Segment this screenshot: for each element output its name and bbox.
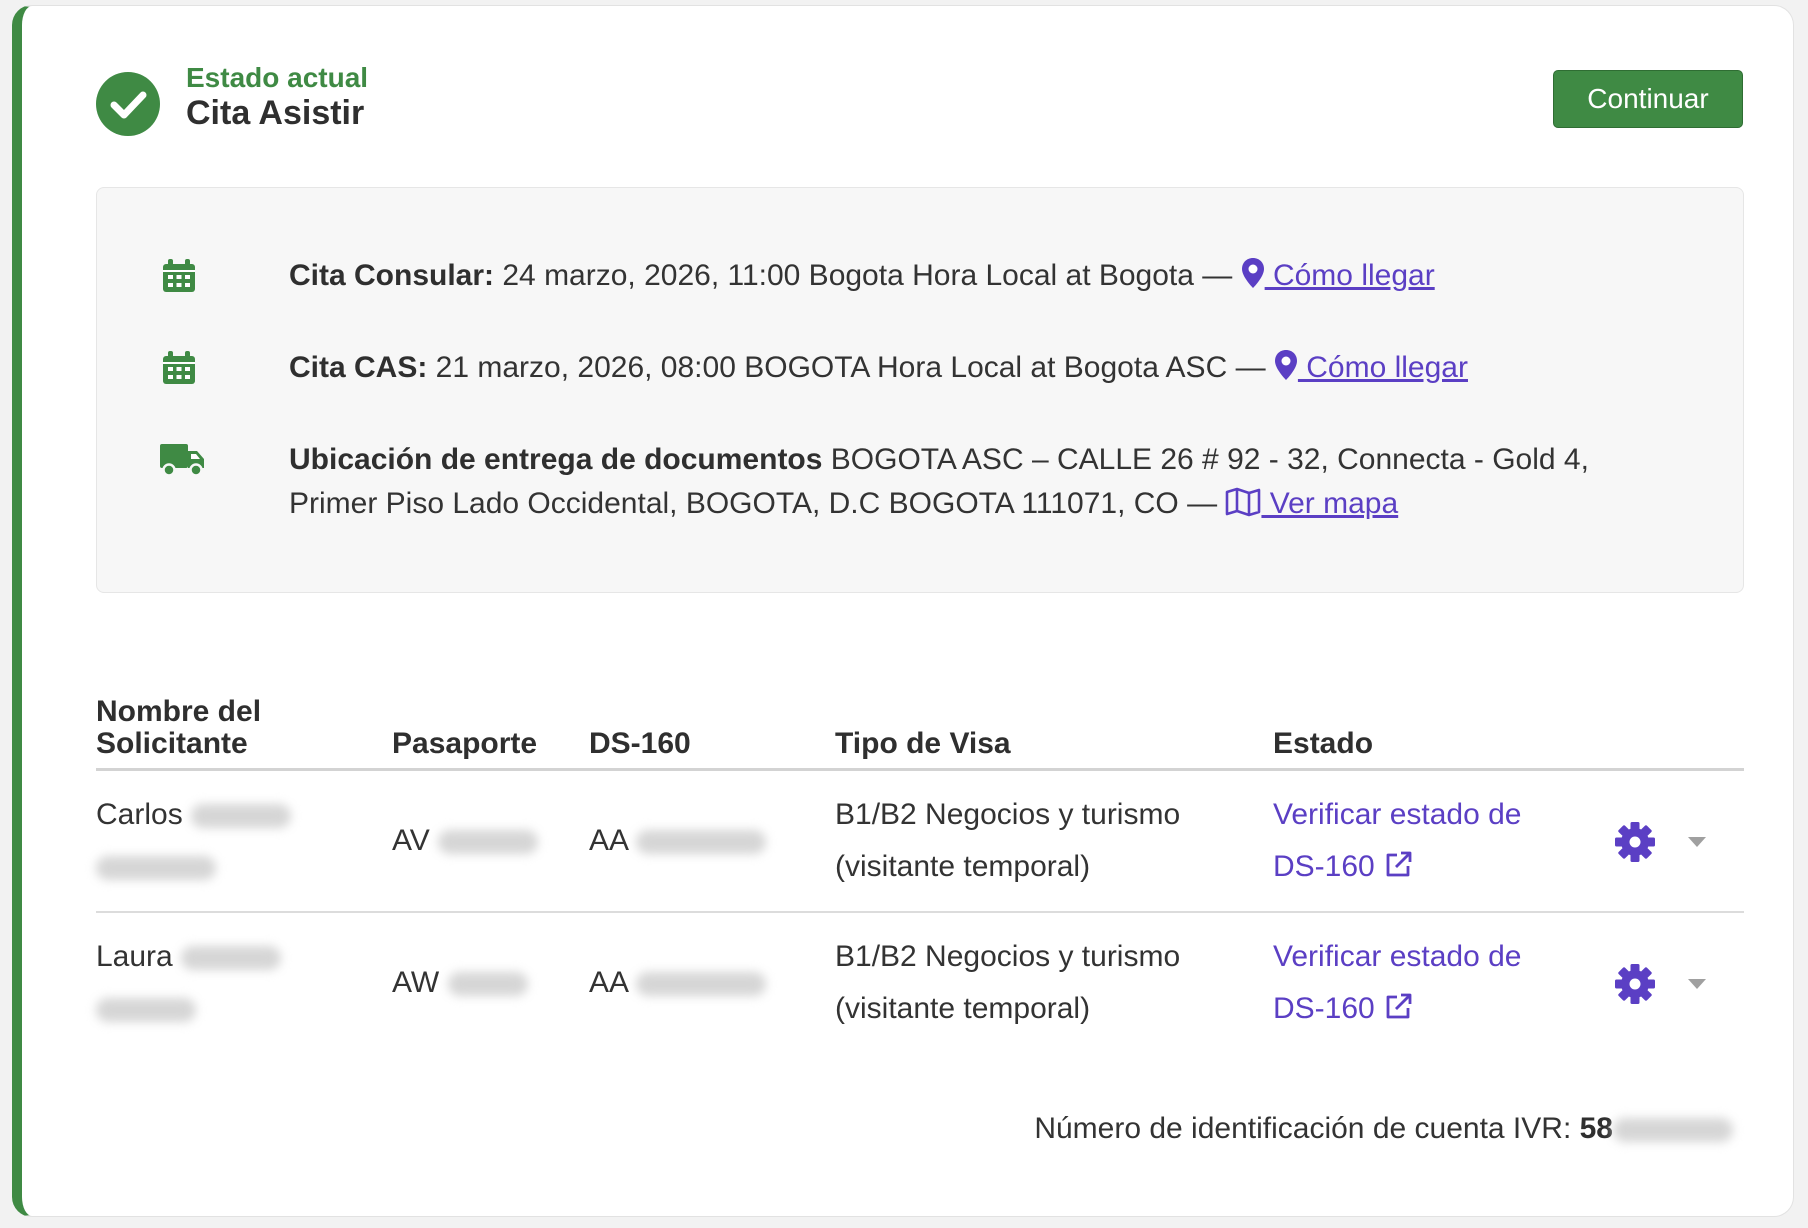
gear-icon[interactable] (1613, 820, 1657, 864)
redacted-text (635, 972, 766, 997)
redacted-text (191, 804, 292, 829)
visa-type-cell: B1/B2 Negocios y turismo (visitante tempo… (835, 769, 1273, 913)
header-passport: Pasaporte (392, 696, 589, 771)
redacted-text (447, 972, 528, 997)
ivr-account-number: Número de identificación de cuenta IVR: … (1034, 1112, 1733, 1146)
passport-cell: AW (392, 912, 589, 1053)
delivery-address-line1: BOGOTA ASC – CALLE 26 # 92 - 32, Connect… (822, 443, 1589, 476)
appointment-info-box: Cita Consular: 24 marzo, 2026, 11:00 Bog… (96, 187, 1744, 593)
external-link-icon (1386, 851, 1412, 877)
calendar-icon (163, 259, 195, 292)
delivery-address-line2: Primer Piso Lado Occidental, BOGOTA, D.C… (289, 487, 1226, 520)
verify-ds160-link[interactable]: Verificar estado de DS-160 (1273, 798, 1521, 883)
map-pin-icon (1241, 258, 1264, 288)
caret-down-icon[interactable] (1687, 978, 1707, 990)
visa-type-cell: B1/B2 Negocios y turismo (visitante tempo… (835, 940, 1181, 1025)
applicant-name-cell: Laura (96, 912, 392, 1053)
applicants-table: Nombre del Solicitante Pasaporte DS-160 T… (96, 696, 1744, 1053)
header-applicant-name: Nombre del Solicitante (96, 696, 392, 771)
passport-cell: AV (392, 769, 589, 913)
delivery-label: Ubicación de entrega de documentos (289, 443, 823, 476)
redacted-text (438, 830, 539, 855)
table-row: Carlos AV AA B1/B2 Negocios y turismo (vi… (96, 769, 1744, 913)
view-map-link[interactable]: Ver mapa (1225, 487, 1398, 520)
cas-details: 21 marzo, 2026, 08:00 BOGOTA Hora Local … (427, 351, 1274, 384)
status-value: Cita Asistir (186, 94, 365, 132)
table-header-row: Nombre del Solicitante Pasaporte DS-160 T… (96, 696, 1744, 771)
calendar-icon (163, 351, 195, 384)
cas-label: Cita CAS: (289, 351, 428, 384)
redacted-text (181, 946, 282, 971)
cas-directions-link[interactable]: Cómo llegar (1274, 350, 1468, 384)
redacted-text (635, 830, 766, 855)
status-cell: Verificar estado de DS-160 (1273, 912, 1613, 1053)
actions-cell (1613, 912, 1744, 1053)
redacted-text (96, 998, 196, 1023)
header-visa-type: Tipo de Visa (835, 696, 1273, 771)
actions-cell (1613, 769, 1744, 913)
status-card: Estado actual Cita Asistir Continuar Cit… (12, 5, 1794, 1217)
map-icon (1226, 487, 1261, 517)
redacted-text (1613, 1118, 1733, 1143)
continue-button[interactable]: Continuar (1553, 70, 1743, 128)
gear-icon[interactable] (1613, 962, 1657, 1006)
redacted-text (96, 856, 216, 881)
map-pin-icon (1274, 350, 1297, 380)
ivr-value: 58 (1579, 1112, 1613, 1145)
ds160-cell: AA (589, 912, 835, 1053)
header-actions (1613, 696, 1744, 771)
status-label: Estado actual (186, 62, 369, 93)
status-cell: Verificar estado de DS-160 (1273, 769, 1613, 913)
consular-details: 24 marzo, 2026, 11:00 Bogota Hora Local … (494, 259, 1241, 292)
header-status: Estado (1273, 696, 1613, 771)
consular-directions-link[interactable]: Cómo llegar (1241, 258, 1435, 292)
applicant-name-cell: Carlos (96, 769, 392, 913)
ds160-cell: AA (589, 769, 835, 913)
truck-icon (160, 444, 204, 477)
consular-label: Cita Consular: (289, 259, 495, 292)
check-circle-icon (96, 72, 160, 136)
table-row: Laura AW AA B1/B2 Negocios y turismo (vis… (96, 912, 1744, 1053)
header-ds160: DS-160 (589, 696, 835, 771)
external-link-icon (1386, 993, 1412, 1019)
ivr-label: Número de identificación de cuenta IVR: (1034, 1112, 1580, 1145)
verify-ds160-link[interactable]: Verificar estado de DS-160 (1273, 940, 1521, 1025)
caret-down-icon[interactable] (1687, 836, 1707, 848)
